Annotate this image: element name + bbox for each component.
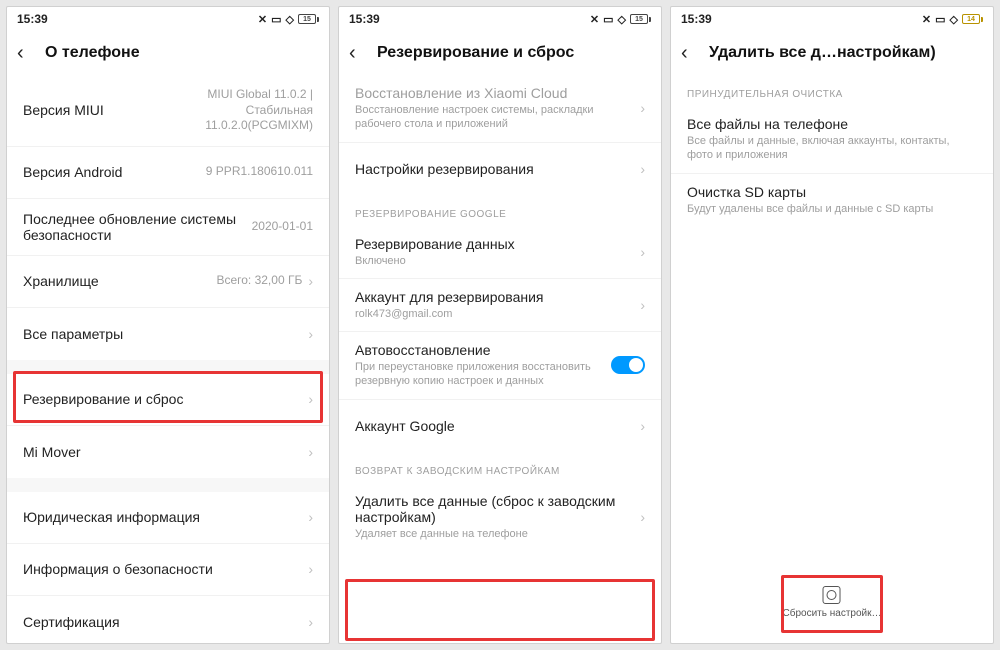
screen-erase-data: 15:39 ✕ ▭ ◇ 14 ‹ Удалить все д…настройка… [670, 6, 994, 644]
battery-icon: 14 [962, 14, 983, 24]
header: ‹ Резервирование и сброс [339, 31, 661, 75]
row-backup-settings[interactable]: Настройки резервирования › [339, 143, 661, 195]
chevron-right-icon: › [302, 391, 313, 407]
row-all-files-phone[interactable]: Все файлы на телефоне Все файлы и данные… [671, 106, 993, 174]
section-google-backup: РЕЗЕРВИРОВАНИЕ GOOGLE [339, 195, 661, 226]
chevron-right-icon: › [302, 614, 313, 630]
row-legal-info[interactable]: Юридическая информация › [7, 492, 329, 544]
chevron-right-icon: › [302, 273, 313, 289]
signal-icon: ▭ [603, 13, 613, 26]
status-time: 15:39 [17, 12, 48, 26]
chevron-right-icon: › [634, 244, 645, 260]
row-erase-all-data[interactable]: Удалить все данные (сброс к заводским на… [339, 483, 661, 551]
status-icons: ✕ ▭ ◇ 14 [922, 13, 983, 26]
dnd-icon: ✕ [590, 13, 599, 26]
dnd-icon: ✕ [258, 13, 267, 26]
signal-icon: ▭ [271, 13, 281, 26]
row-backup-reset[interactable]: Резервирование и сброс › [7, 374, 329, 426]
chevron-right-icon: › [634, 418, 645, 434]
row-sd-card-wipe[interactable]: Очистка SD карты Будут удалены все файлы… [671, 174, 993, 226]
row-certification[interactable]: Сертификация › [7, 596, 329, 643]
back-icon[interactable]: ‹ [349, 42, 373, 65]
status-time: 15:39 [349, 12, 380, 26]
screen-backup-reset: 15:39 ✕ ▭ ◇ 15 ‹ Резервирование и сброс … [338, 6, 662, 644]
section-factory-reset: ВОЗВРАТ К ЗАВОДСКИМ НАСТРОЙКАМ [339, 452, 661, 483]
row-google-account[interactable]: Аккаунт Google › [339, 400, 661, 452]
content: Восстановление из Xiaomi Cloud Восстанов… [339, 75, 661, 643]
chevron-right-icon: › [302, 444, 313, 460]
status-bar: 15:39 ✕ ▭ ◇ 14 [671, 7, 993, 31]
content: ПРИНУДИТЕЛЬНАЯ ОЧИСТКА Все файлы на теле… [671, 75, 993, 643]
highlight-erase-all [345, 579, 655, 641]
reset-icon [823, 586, 841, 604]
header: ‹ О телефоне [7, 31, 329, 75]
screen-about-phone: 15:39 ✕ ▭ ◇ 15 ‹ О телефоне Версия MIUI … [6, 6, 330, 644]
back-icon[interactable]: ‹ [17, 42, 41, 65]
status-icons: ✕ ▭ ◇ 15 [258, 13, 319, 26]
row-miui-version[interactable]: Версия MIUI MIUI Global 11.0.2 | Стабиль… [7, 75, 329, 147]
chevron-right-icon: › [302, 509, 313, 525]
chevron-right-icon: › [634, 100, 645, 116]
signal-icon: ▭ [935, 13, 945, 26]
row-security-info[interactable]: Информация о безопасности › [7, 544, 329, 596]
row-mi-mover[interactable]: Mi Mover › [7, 426, 329, 478]
chevron-right-icon: › [634, 161, 645, 177]
battery-icon: 15 [630, 14, 651, 24]
toggle-auto-restore[interactable] [611, 356, 645, 374]
status-bar: 15:39 ✕ ▭ ◇ 15 [7, 7, 329, 31]
section-force-wipe: ПРИНУДИТЕЛЬНАЯ ОЧИСТКА [671, 75, 993, 106]
wifi-icon: ◇ [950, 13, 958, 26]
page-title: Удалить все д…настройкам) [705, 44, 983, 62]
chevron-right-icon: › [634, 297, 645, 313]
chevron-right-icon: › [302, 561, 313, 577]
reset-settings-button[interactable]: Сбросить настройк… [779, 580, 886, 625]
battery-icon: 15 [298, 14, 319, 24]
section-divider [7, 360, 329, 374]
wifi-icon: ◇ [618, 13, 626, 26]
status-icons: ✕ ▭ ◇ 15 [590, 13, 651, 26]
row-android-version[interactable]: Версия Android 9 PPR1.180610.011 [7, 147, 329, 199]
section-divider [7, 478, 329, 492]
row-auto-restore[interactable]: Автовосстановление При переустановке при… [339, 332, 661, 400]
page-title: О телефоне [41, 44, 319, 62]
status-time: 15:39 [681, 12, 712, 26]
row-security-update[interactable]: Последнее обновление системы безопасност… [7, 199, 329, 256]
reset-button-label: Сбросить настройк… [783, 608, 882, 619]
chevron-right-icon: › [634, 509, 645, 525]
status-bar: 15:39 ✕ ▭ ◇ 15 [339, 7, 661, 31]
content: Версия MIUI MIUI Global 11.0.2 | Стабиль… [7, 75, 329, 643]
header: ‹ Удалить все д…настройкам) [671, 31, 993, 75]
chevron-right-icon: › [302, 326, 313, 342]
row-all-params[interactable]: Все параметры › [7, 308, 329, 360]
back-icon[interactable]: ‹ [681, 42, 705, 65]
wifi-icon: ◇ [286, 13, 294, 26]
dnd-icon: ✕ [922, 13, 931, 26]
row-xiaomi-cloud-restore[interactable]: Восстановление из Xiaomi Cloud Восстанов… [339, 75, 661, 143]
row-backup-data[interactable]: Резервирование данных Включено › [339, 226, 661, 279]
row-storage[interactable]: Хранилище Всего: 32,00 ГБ› [7, 256, 329, 308]
page-title: Резервирование и сброс [373, 44, 651, 62]
row-backup-account[interactable]: Аккаунт для резервирования rolk473@gmail… [339, 279, 661, 332]
